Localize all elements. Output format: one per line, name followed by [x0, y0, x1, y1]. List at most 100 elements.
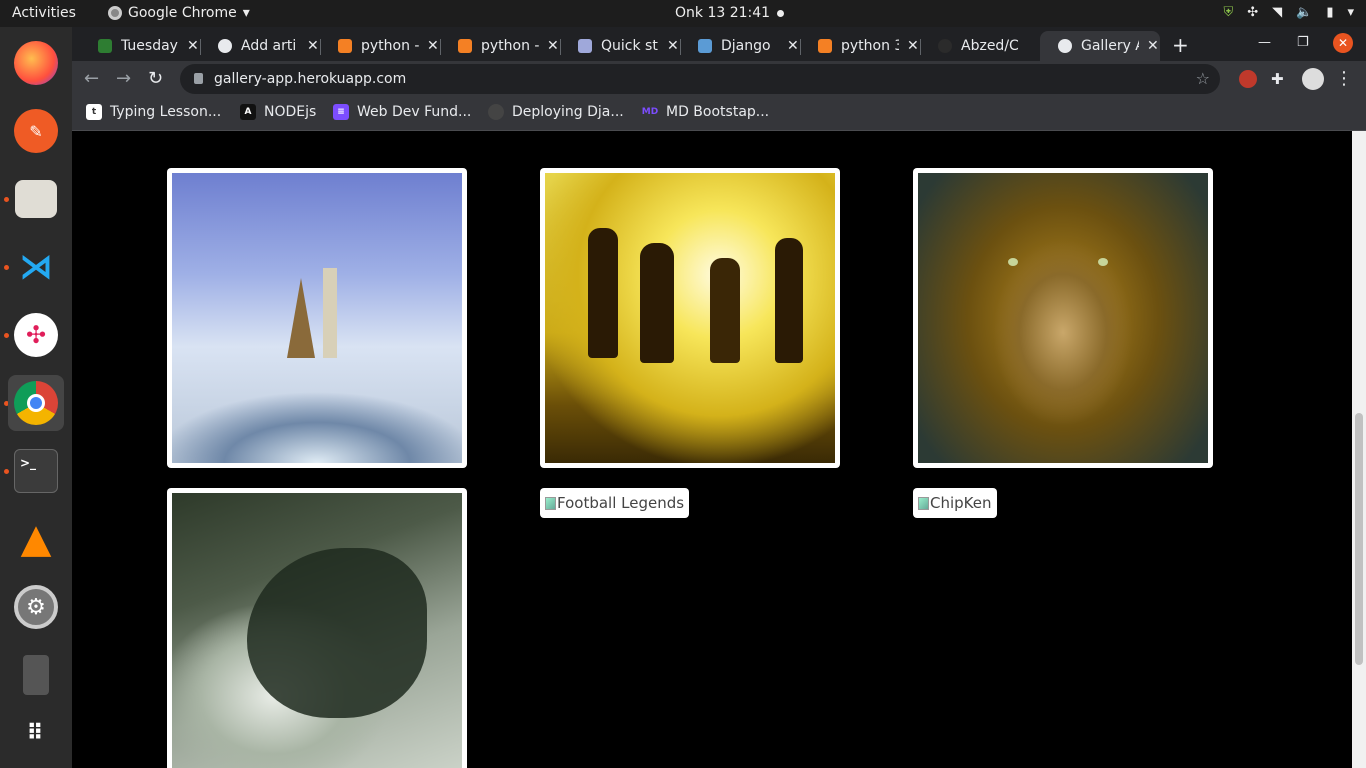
tab-6[interactable]: python 3 ✕: [800, 31, 921, 61]
url-text[interactable]: gallery-app.herokuapp.com: [214, 71, 406, 87]
reload-icon[interactable]: ↻: [148, 68, 163, 89]
tab-5[interactable]: Django ✕: [680, 31, 801, 61]
gallery-card-beach-party[interactable]: [540, 168, 840, 468]
lion-image[interactable]: [918, 173, 1208, 463]
address-bar[interactable]: gallery-app.herokuapp.com ☆: [180, 64, 1220, 94]
dock-vlc[interactable]: ▲: [8, 511, 64, 567]
shield-icon[interactable]: ⛨: [1223, 5, 1233, 20]
landmarks-image[interactable]: [172, 173, 462, 463]
dock-slack[interactable]: ✣: [8, 307, 64, 363]
clock[interactable]: Onk 13 21:41: [675, 5, 770, 21]
dock-files[interactable]: [8, 171, 64, 227]
bookmarks-bar: t Typing Lesson... A NODEjs ≡ Web Dev Fu…: [72, 97, 1366, 131]
broken-image-football-legends[interactable]: Football Legends: [540, 488, 690, 518]
close-icon[interactable]: ✕: [1147, 38, 1159, 54]
bookmark-star-icon[interactable]: ☆: [1196, 69, 1210, 88]
settings-icon: ⚙: [14, 585, 58, 629]
silhouette-shape: [775, 238, 803, 363]
tab-0[interactable]: Tuesday ✕: [80, 31, 201, 61]
bookmark-0[interactable]: t Typing Lesson...: [86, 104, 221, 120]
broken-image-icon: [545, 496, 556, 510]
close-window-button[interactable]: ✕: [1333, 33, 1353, 53]
terminal-icon: >_: [14, 449, 58, 493]
wifi-icon[interactable]: ◥: [1272, 5, 1282, 20]
lion-eye: [1008, 258, 1018, 266]
drive-icon: [23, 655, 49, 695]
power-menu-icon[interactable]: ▾: [1347, 5, 1354, 20]
minimize-button[interactable]: —: [1258, 35, 1271, 50]
dragon-image[interactable]: [172, 493, 462, 768]
close-icon[interactable]: ✕: [547, 38, 559, 54]
dock-vscode[interactable]: ⋊: [8, 239, 64, 295]
tab-1[interactable]: Add arti ✕: [200, 31, 321, 61]
close-icon[interactable]: ✕: [427, 38, 439, 54]
extension-icon[interactable]: [1239, 70, 1257, 88]
system-top-bar: Activities Google Chrome ▾ Onk 13 21:41 …: [0, 0, 1366, 27]
maximize-button[interactable]: ❐: [1297, 35, 1309, 50]
tab-3[interactable]: python - ✕: [440, 31, 561, 61]
close-icon[interactable]: ✕: [187, 38, 199, 54]
app-menu-label: Google Chrome: [128, 5, 237, 21]
bookmark-4[interactable]: MD MD Bootstap...: [642, 104, 769, 120]
volume-icon[interactable]: 🔈: [1296, 5, 1312, 20]
tab-4[interactable]: Quick st ✕: [560, 31, 681, 61]
dock-usb-drive[interactable]: [8, 647, 64, 703]
close-icon[interactable]: ✕: [307, 38, 319, 54]
django-icon: [698, 39, 712, 53]
page-content: Football Legends ChipKen: [72, 131, 1352, 768]
close-icon[interactable]: ✕: [667, 38, 679, 54]
dock-terminal[interactable]: >_: [8, 443, 64, 499]
vscode-icon: ⋊: [19, 247, 53, 287]
bookmark-3[interactable]: Deploying Dja...: [488, 104, 624, 120]
tab-8-active[interactable]: Gallery A ✕: [1040, 31, 1160, 61]
tab-title: python -: [361, 38, 419, 54]
chrome-icon: [14, 381, 58, 425]
tab-2[interactable]: python - ✕: [320, 31, 441, 61]
pisa-tower-shape: [323, 268, 337, 358]
kebab-menu-icon[interactable]: ⋮: [1335, 68, 1353, 89]
stackoverflow-icon: [458, 39, 472, 53]
dock-settings[interactable]: ⚙: [8, 579, 64, 635]
document-icon: ≡: [333, 104, 349, 120]
firefox-icon: [14, 41, 58, 85]
back-arrow-icon[interactable]: ←: [84, 68, 99, 89]
system-tray[interactable]: ⛨ ✣ ◥ 🔈 ▮ ▾: [1223, 5, 1354, 20]
slack-tray-icon[interactable]: ✣: [1247, 5, 1258, 20]
lock-icon[interactable]: [194, 73, 203, 84]
bookmark-2[interactable]: ≡ Web Dev Fund...: [333, 104, 471, 120]
image-alt-text: ChipKen: [930, 494, 992, 512]
puzzle-piece-icon[interactable]: ✚: [1271, 70, 1289, 88]
bookmark-label: Deploying Dja...: [512, 104, 624, 120]
gallery-card-landmarks[interactable]: [167, 168, 467, 468]
github-icon: [488, 104, 504, 120]
gallery-card-dragon[interactable]: [167, 488, 467, 768]
new-tab-button[interactable]: +: [1172, 33, 1189, 57]
broken-image-chipken[interactable]: ChipKen: [913, 488, 997, 518]
vlc-icon: ▲: [20, 516, 52, 562]
dock-chrome[interactable]: [8, 375, 64, 431]
activities-button[interactable]: Activities: [12, 5, 76, 21]
dock-firefox[interactable]: [8, 35, 64, 91]
app-menu[interactable]: Google Chrome ▾: [108, 5, 250, 21]
forward-arrow-icon[interactable]: →: [116, 68, 131, 89]
page-scrollbar[interactable]: [1352, 131, 1366, 768]
battery-icon[interactable]: ▮: [1326, 5, 1333, 20]
profile-avatar[interactable]: [1302, 68, 1324, 90]
tab-7[interactable]: Abzed/C: [920, 31, 1041, 61]
bookmark-1[interactable]: A NODEjs: [240, 104, 316, 120]
docs-icon: [578, 39, 592, 53]
bookmark-label: Web Dev Fund...: [357, 104, 472, 120]
dock-postman[interactable]: ✎: [8, 103, 64, 159]
beach-party-image[interactable]: [545, 173, 835, 463]
gallery-card-lion[interactable]: [913, 168, 1213, 468]
tab-title: Abzed/C: [961, 38, 1019, 54]
show-applications-button[interactable]: ⠿: [8, 705, 64, 761]
tab-title: python -: [481, 38, 539, 54]
chrome-small-icon: [108, 6, 122, 20]
close-icon[interactable]: ✕: [787, 38, 799, 54]
mdb-icon: MD: [641, 107, 659, 117]
close-icon[interactable]: ✕: [907, 38, 919, 54]
silhouette-shape: [640, 243, 674, 363]
app-grid-icon: ⠿: [26, 720, 46, 746]
scrollbar-thumb[interactable]: [1355, 413, 1363, 665]
